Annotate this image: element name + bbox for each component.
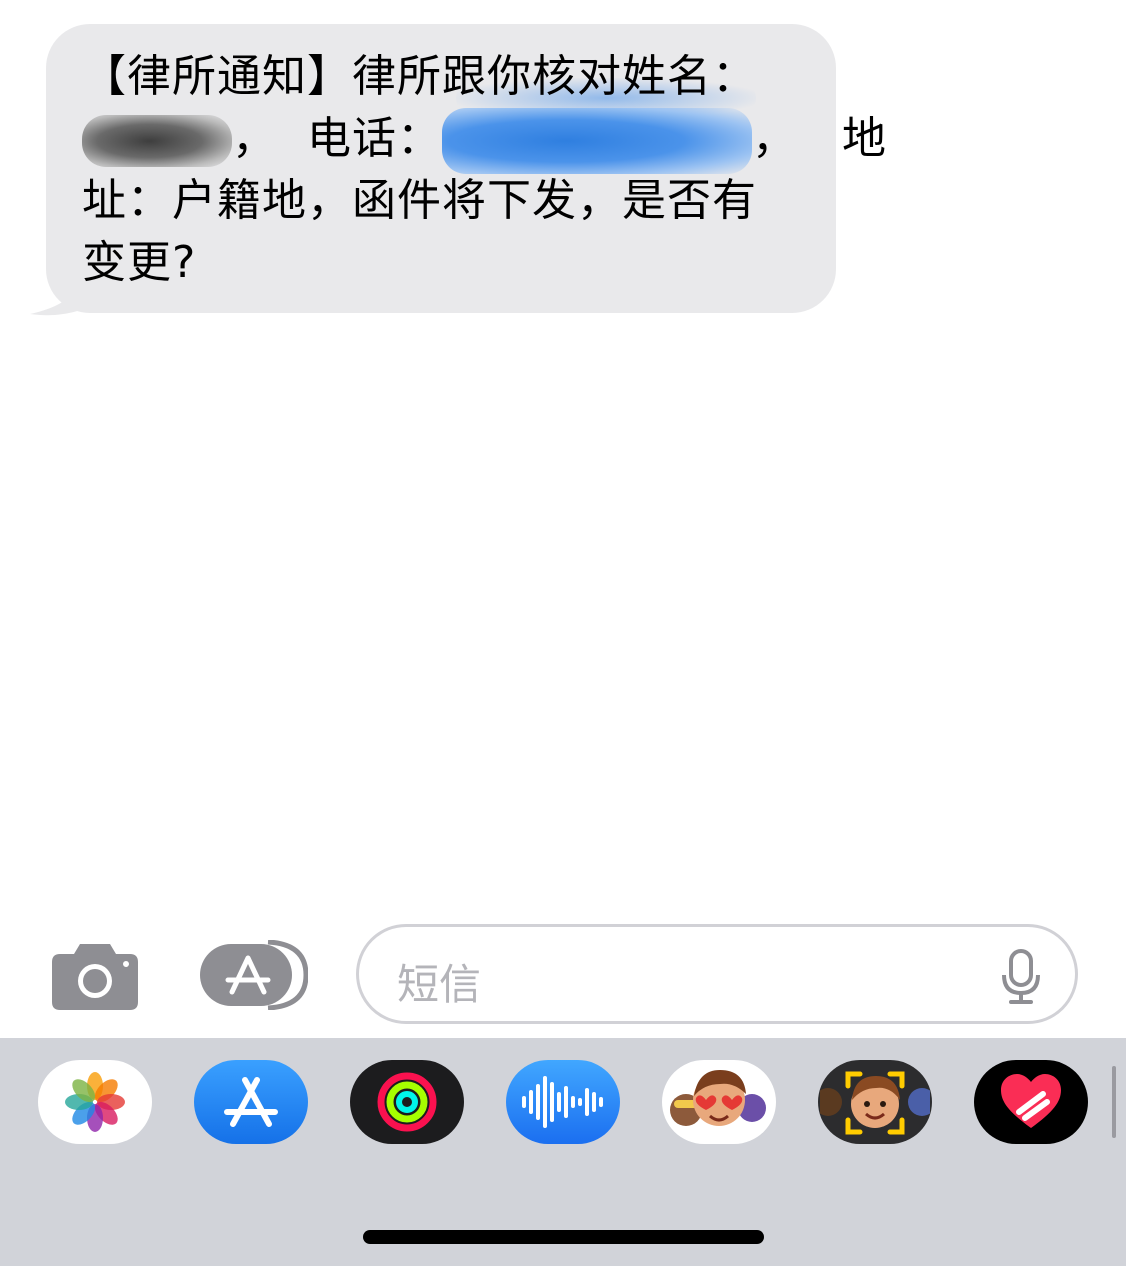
- separator: ，: [751, 113, 797, 164]
- address-start: 地: [841, 113, 887, 164]
- activity-app-button[interactable]: [350, 1060, 464, 1144]
- app-store-icon[interactable]: [198, 940, 308, 1010]
- drawer-scroll-indicator[interactable]: [1112, 1066, 1116, 1138]
- received-message-bubble[interactable]: 【律所通知】律所跟你核对姓名： ， 电话： ， 地 址：户籍地，函件将下发，是否有…: [46, 24, 886, 313]
- redacted-name: [82, 115, 232, 167]
- separator: ，: [232, 113, 277, 164]
- app-drawer: [0, 1038, 1126, 1266]
- message-input-placeholder: 短信: [397, 960, 482, 1009]
- phone-label: 电话：: [306, 113, 442, 164]
- message-line-1: 【律所通知】律所跟你核对姓名：: [82, 51, 757, 102]
- camera-icon[interactable]: [50, 940, 140, 1010]
- message-thread: 【律所通知】律所跟你核对姓名： ， 电话： ， 地 址：户籍地，函件将下发，是否有…: [0, 0, 1126, 900]
- home-indicator[interactable]: [363, 1230, 764, 1244]
- message-text: 【律所通知】律所跟你核对姓名： ， 电话： ， 地 址：户籍地，函件将下发，是否有…: [82, 46, 886, 294]
- photos-icon: [65, 1072, 125, 1132]
- message-line-2: ， 电话： ， 地: [82, 108, 886, 174]
- digital-touch-heart-icon: [1001, 1074, 1061, 1128]
- memoji-stickers-icon: [670, 1070, 766, 1126]
- compose-bar: 短信: [0, 918, 1126, 1030]
- app-store-icon: [224, 1077, 278, 1127]
- audio-message-app-button[interactable]: [506, 1060, 620, 1144]
- audio-waveform-icon: [522, 1076, 603, 1128]
- memoji-camera-icon: [820, 1071, 930, 1135]
- message-input[interactable]: 短信: [356, 924, 1078, 1024]
- message-line-4: 变更?: [82, 237, 197, 288]
- photos-app-button[interactable]: [38, 1060, 152, 1144]
- memoji-camera-app-button[interactable]: [818, 1060, 932, 1144]
- app-store-app-button[interactable]: [194, 1060, 308, 1144]
- digital-touch-app-button[interactable]: [974, 1060, 1088, 1144]
- activity-rings-icon: [377, 1072, 437, 1132]
- redacted-phone: [441, 108, 752, 174]
- microphone-icon[interactable]: [1001, 949, 1041, 1005]
- message-line-3: 址：户籍地，函件将下发，是否有: [82, 175, 757, 226]
- memoji-stickers-app-button[interactable]: [662, 1060, 776, 1144]
